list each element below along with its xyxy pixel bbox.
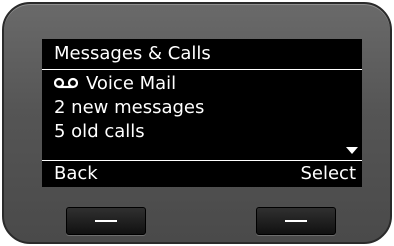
softkey-select-label: Select — [300, 163, 356, 184]
minus-icon — [285, 220, 307, 222]
screen-title: Messages & Calls — [54, 43, 211, 64]
phone-housing: Messages & Calls Voice Mail 2 new messag… — [2, 2, 392, 244]
voicemail-icon — [53, 72, 79, 96]
left-softkey-button[interactable] — [66, 207, 146, 235]
menu-item-new-messages[interactable]: 2 new messages — [54, 96, 204, 120]
menu-item-label: 5 old calls — [54, 121, 145, 142]
menu-item-voice-mail[interactable]: Voice Mail — [53, 72, 177, 96]
softkey-divider — [42, 160, 362, 161]
minus-icon — [95, 220, 117, 222]
menu-item-label: 2 new messages — [54, 97, 205, 118]
title-divider — [42, 69, 362, 70]
menu-item-label: Voice Mail — [86, 73, 177, 94]
right-softkey-button[interactable] — [256, 207, 336, 235]
menu-item-old-calls[interactable]: 5 old calls — [54, 120, 145, 144]
display-screen: Messages & Calls Voice Mail 2 new messag… — [42, 39, 362, 187]
softkey-back-label: Back — [54, 163, 98, 184]
scroll-down-icon — [346, 147, 358, 154]
